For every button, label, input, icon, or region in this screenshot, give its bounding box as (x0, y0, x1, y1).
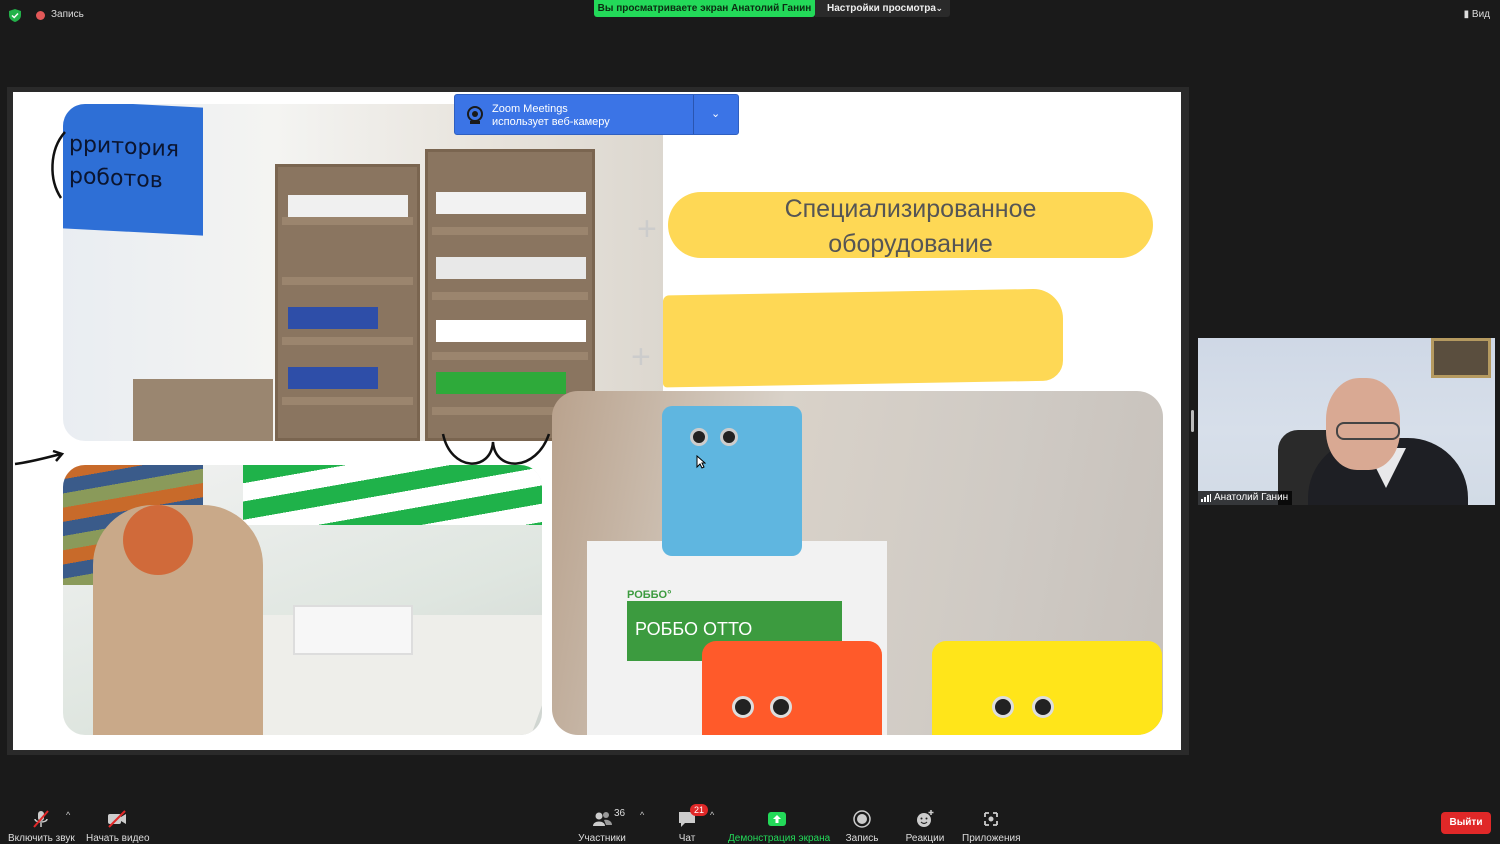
photo-robots: РОББО° РОББО ОТТО (552, 391, 1163, 735)
view-settings-label: Настройки просмотра (827, 3, 936, 14)
view-button[interactable]: ▮ Вид (1464, 9, 1490, 20)
panel-resize-handle[interactable] (1191, 410, 1194, 432)
recording-dot-icon (36, 11, 45, 20)
audio-options-caret-icon[interactable]: ^ (66, 810, 70, 820)
cabinet (133, 379, 273, 441)
record-label: Запись (845, 833, 879, 844)
participants-count: 36 (614, 808, 626, 819)
participants-icon (593, 812, 612, 826)
microphone-muted-icon (33, 810, 49, 828)
chat-label: Чат (678, 833, 696, 844)
chevron-down-icon[interactable]: ⌄ (711, 107, 720, 120)
slide-title: Специализированное оборудование (784, 195, 1037, 258)
share-screen-icon (768, 812, 786, 826)
start-video-label: Начать видео (86, 833, 150, 844)
chevron-down-icon: ⌄ (935, 3, 943, 13)
shield-icon[interactable] (9, 9, 21, 22)
robot-blue (662, 406, 802, 556)
participant-name: Анатолий Ганин (1214, 492, 1289, 503)
view-button-label: Вид (1471, 9, 1490, 20)
webcam-icon (467, 106, 483, 124)
presentation-slide: рритория роботов РОББО° РОББО ОТТО Специ… (13, 92, 1181, 750)
apps-label: Приложения (962, 833, 1021, 844)
participant-name-tag: Анатолий Ганин (1198, 491, 1293, 505)
recording-label: Запись (51, 9, 84, 20)
parts-tray (293, 605, 413, 655)
robot-yellow (932, 641, 1162, 735)
plus-decoration-icon: + (631, 338, 651, 376)
arrow-decoration-icon (14, 450, 65, 466)
bracket-decoration-icon (51, 131, 66, 199)
leave-button[interactable]: Выйти (1441, 812, 1491, 834)
share-screen-label: Демонстрация экрана (728, 833, 831, 844)
yellow-brush-stroke (663, 288, 1063, 388)
video-camera-off-icon (108, 810, 126, 828)
tv-logo-text: рритория роботов (69, 131, 179, 194)
green-stripes (243, 465, 542, 525)
notification-divider (693, 95, 694, 134)
webcam-notification[interactable]: Zoom Meetings использует веб-камеру ⌄ (454, 94, 739, 135)
participants-caret-icon[interactable]: ^ (640, 810, 644, 820)
chat-unread-badge: 21 (690, 804, 709, 816)
record-button[interactable]: Запись (845, 808, 879, 844)
mouse-cursor-icon (696, 455, 706, 469)
apps-icon (984, 812, 998, 826)
participant-video[interactable]: Анатолий Ганин (1198, 338, 1495, 505)
view-settings-button[interactable]: Настройки просмотра ⌄ (815, 0, 950, 17)
view-grid-icon: ▮ (1463, 9, 1472, 20)
reactions-label: Реакции (905, 833, 945, 844)
box-brand: РОББО° (627, 589, 672, 601)
child-head (123, 505, 193, 575)
signal-bars-icon (1201, 494, 1211, 502)
photo-child-learning (63, 465, 542, 735)
unmute-button[interactable]: Включить звук (8, 808, 75, 844)
participant-glasses (1336, 422, 1400, 440)
loops-decoration-icon (441, 433, 551, 465)
meeting-toolbar: Включить звук ^ Начать видео Участники 3… (0, 800, 1500, 844)
plus-decoration-icon: + (637, 210, 657, 248)
notification-subtitle: использует веб-камеру (492, 116, 610, 128)
smiley-plus-icon (917, 810, 934, 827)
chat-caret-icon[interactable]: ^ (710, 810, 714, 820)
tv-screen: рритория роботов (63, 104, 203, 236)
share-screen-button[interactable]: Демонстрация экрана (728, 808, 831, 844)
unmute-label: Включить звук (8, 833, 75, 844)
bookshelf-left (275, 164, 420, 441)
wall-picture (1431, 338, 1491, 378)
viewing-banner: Вы просматриваете экран Анатолий Ганин (594, 0, 815, 17)
reactions-button[interactable]: Реакции (904, 808, 946, 844)
top-bar: Запись Вы просматриваете экран Анатолий … (0, 0, 1500, 30)
notification-title: Zoom Meetings (492, 103, 568, 115)
robot-red (702, 641, 882, 735)
participants-label: Участники (578, 833, 626, 844)
record-icon (853, 810, 871, 828)
apps-button[interactable]: Приложения (962, 808, 1021, 844)
start-video-button[interactable]: Начать видео (86, 808, 150, 844)
